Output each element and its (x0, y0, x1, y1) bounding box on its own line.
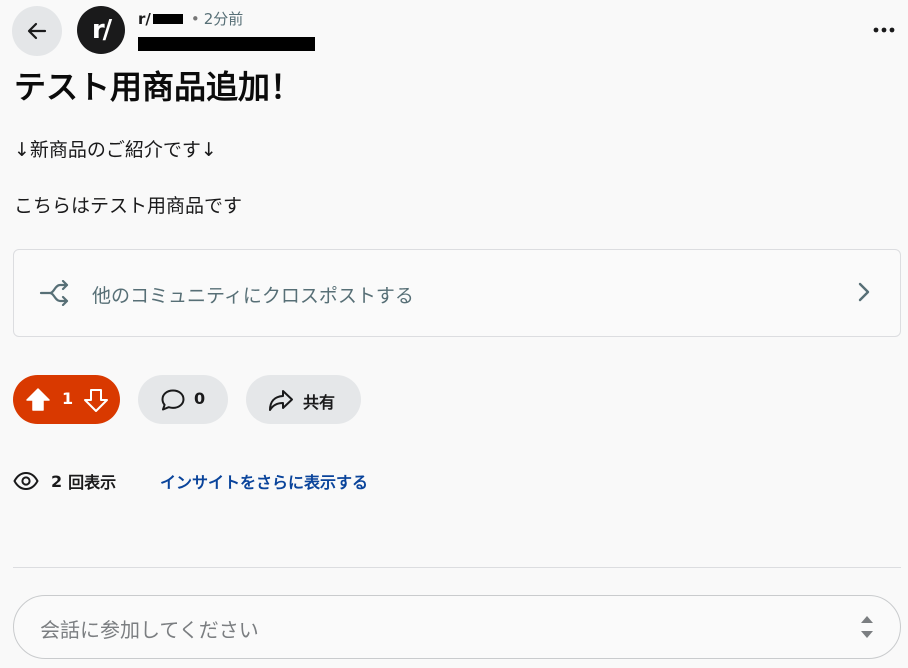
meta-separator: • (190, 9, 200, 28)
comment-input[interactable]: 会話に参加してください (13, 595, 901, 659)
crosspost-label: 他のコミュニティにクロスポストする (92, 285, 414, 307)
back-button[interactable] (12, 6, 62, 56)
insights-link[interactable]: インサイトをさらに表示する (160, 469, 368, 493)
views-label: 回表示 (68, 473, 117, 492)
back-arrow-icon (27, 22, 47, 40)
comment-count: 0 (194, 389, 206, 408)
crosspost-button[interactable]: 他のコミュニティにクロスポストする (13, 249, 901, 337)
post-meta: r/ • 2分前 (138, 8, 243, 29)
expand-icon[interactable] (860, 615, 874, 639)
share-label: 共有 (303, 393, 336, 412)
more-options-button[interactable] (868, 16, 900, 44)
subreddit-name[interactable]: r/ (138, 10, 151, 28)
comment-placeholder: 会話に参加してください (40, 618, 259, 642)
vote-control: 1 (13, 375, 120, 424)
share-button[interactable]: 共有 (246, 375, 361, 424)
view-stats: 2 回表示 (13, 469, 116, 493)
subreddit-avatar[interactable]: r/ (77, 6, 125, 54)
comments-button[interactable]: 0 (138, 375, 228, 424)
upvote-icon[interactable] (25, 387, 51, 413)
chevron-right-icon (858, 282, 870, 302)
post-page: r/ r/ • 2分前 テスト用商品追加！ ↓新商品のご紹介です↓ こちらはテス… (0, 0, 908, 668)
share-icon (269, 390, 293, 411)
more-icon (873, 27, 895, 33)
divider (13, 567, 901, 568)
post-title: テスト用商品追加！ (14, 68, 303, 106)
post-body-line: こちらはテスト用商品です (14, 195, 243, 217)
post-body-line: ↓新商品のご紹介です↓ (14, 139, 217, 161)
post-time: 2分前 (203, 10, 244, 28)
redacted-subreddit (152, 13, 183, 24)
downvote-icon[interactable] (83, 387, 109, 413)
views-count: 2 (51, 471, 63, 491)
comment-icon (161, 389, 185, 411)
eye-icon (13, 471, 39, 491)
redacted-username (138, 37, 315, 51)
crosspost-icon (39, 280, 69, 306)
vote-count: 1 (62, 389, 74, 408)
